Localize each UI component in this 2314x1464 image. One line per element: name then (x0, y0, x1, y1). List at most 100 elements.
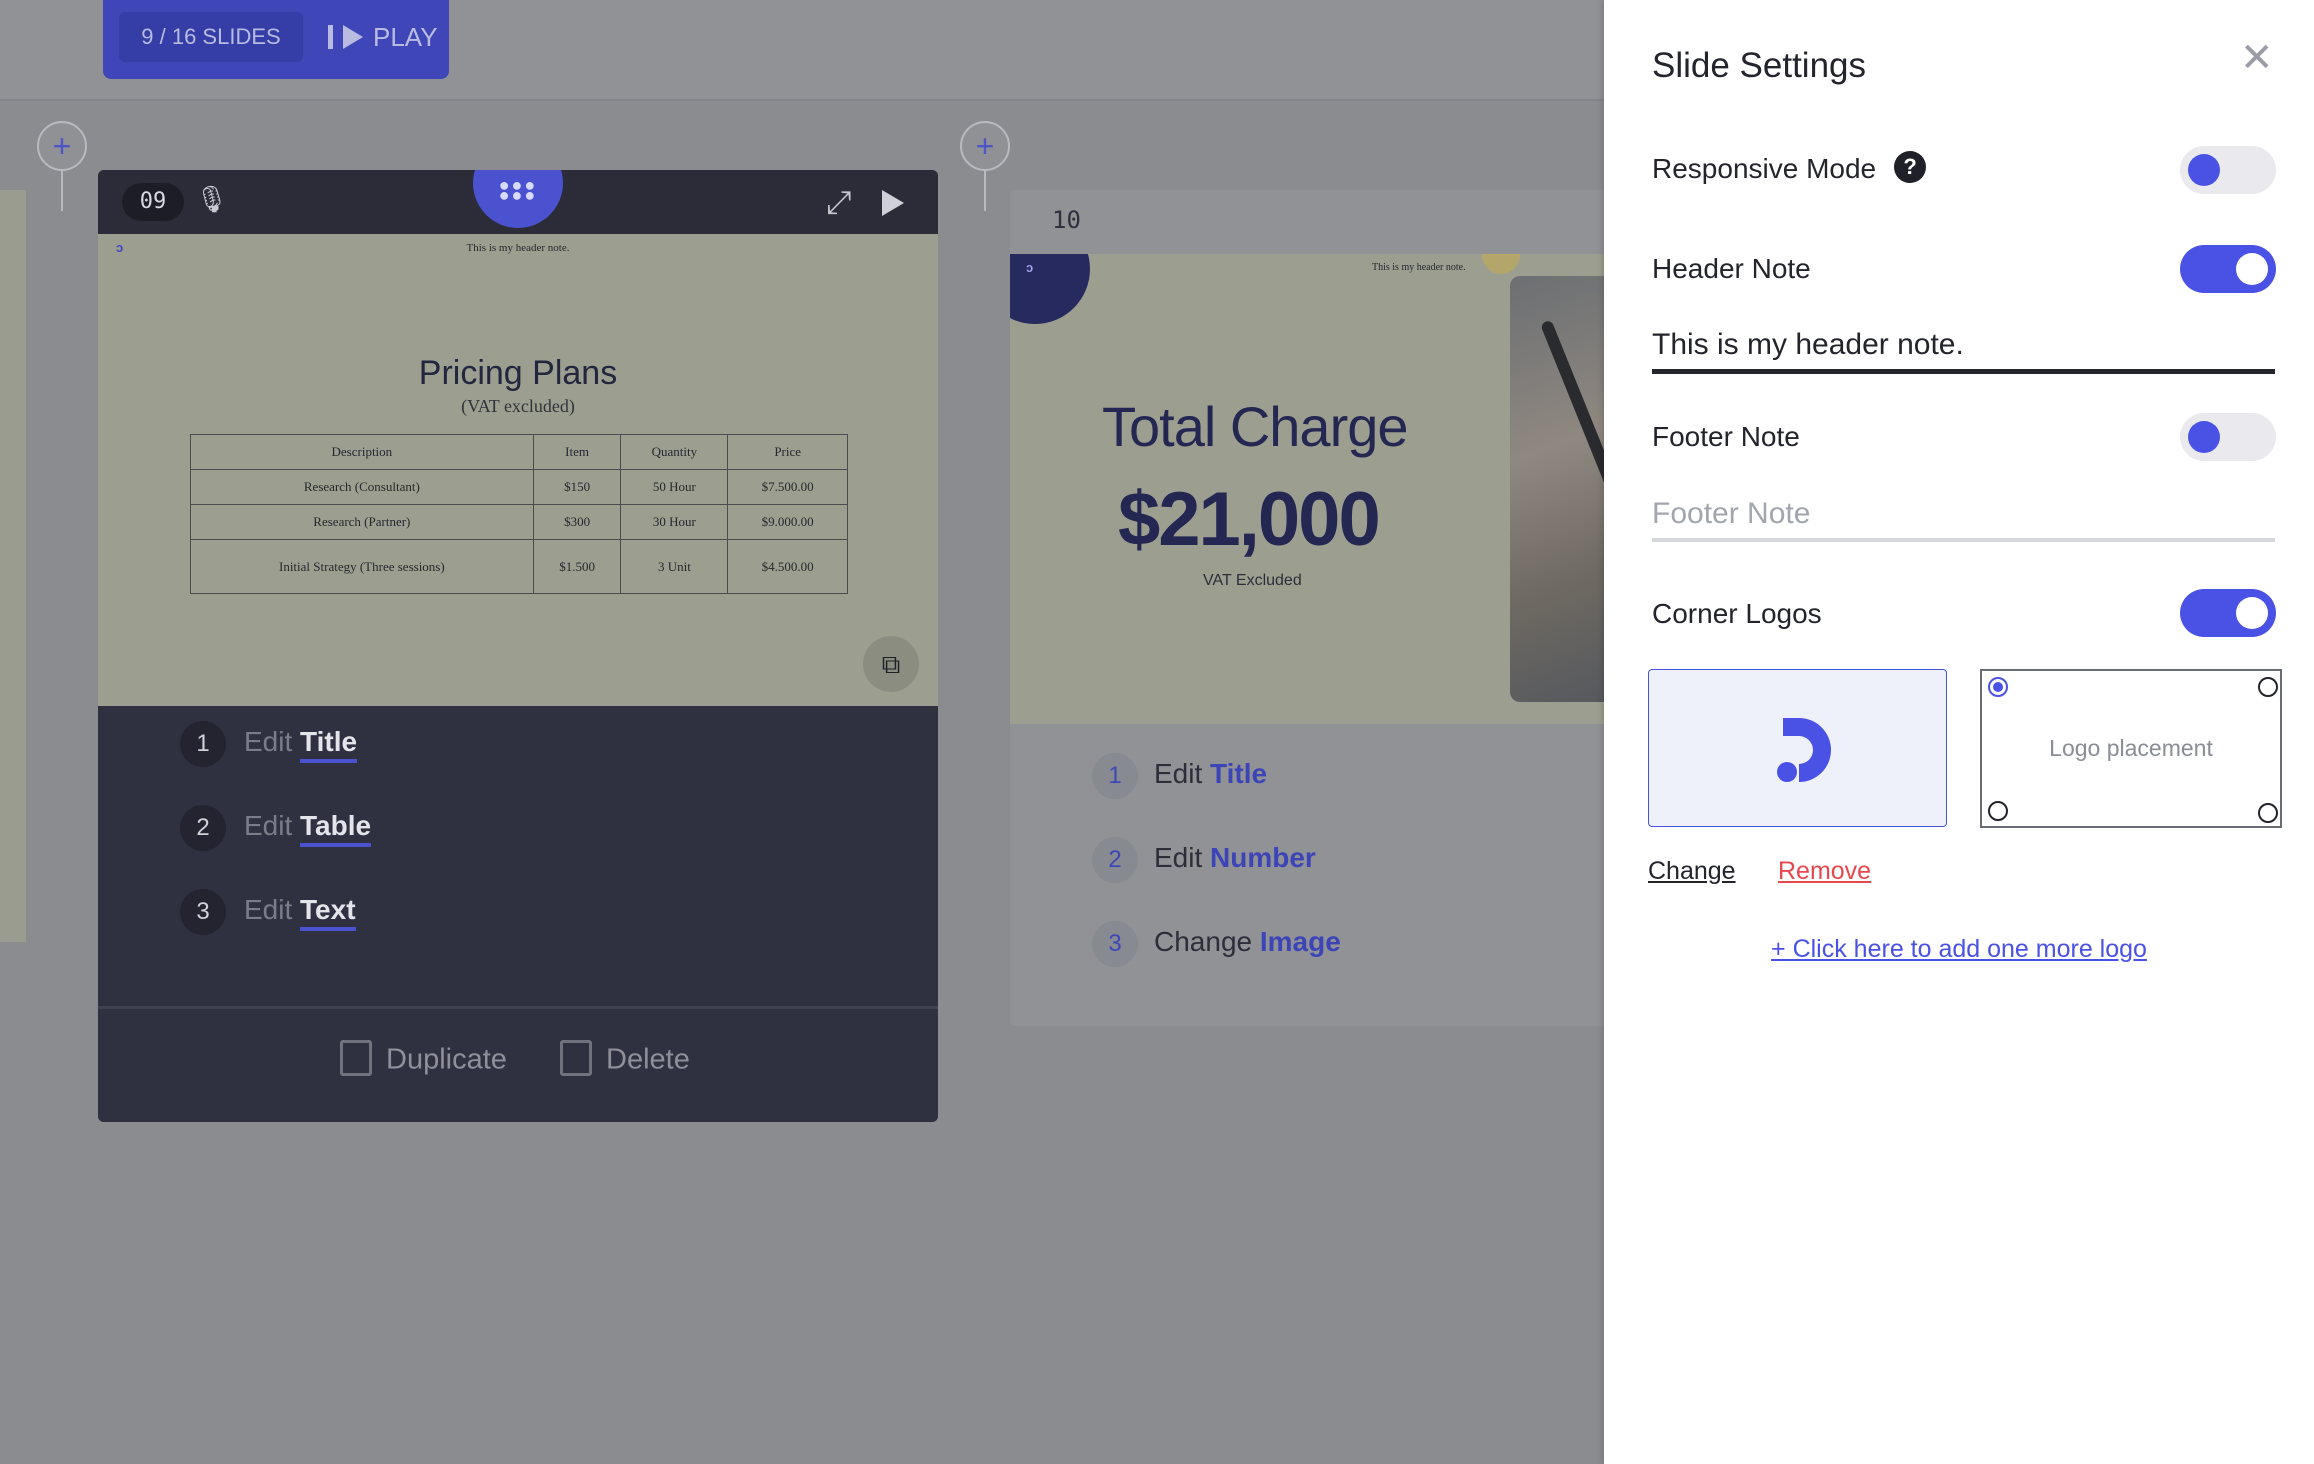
table-cell: 50 Hour (620, 469, 729, 505)
step-number: 2 (1092, 836, 1138, 883)
footer-note-input[interactable] (1652, 490, 2275, 542)
toggle-knob (2236, 253, 2268, 285)
slide-title: Pricing Plans (418, 354, 618, 392)
slide-header-note: This is my header note. (1372, 262, 1466, 273)
edit-title-option[interactable]: 1 Edit Title (180, 718, 358, 767)
edit-options-list: 1 Edit Title 2 Edit Table 3 Edit Text (98, 706, 938, 1006)
edit-target: Title (300, 726, 358, 763)
slide-preview[interactable]: ↄ This is my header note. Pricing Plans … (98, 234, 938, 706)
change-image-option[interactable]: 3 Change Image (1092, 918, 1341, 967)
play-icon (343, 25, 363, 50)
table-row: Research (Partner) $300 30 Hour $9.000.0… (190, 504, 848, 540)
table-cell: $150 (532, 469, 622, 505)
add-slide-button-left[interactable]: + (37, 121, 87, 171)
edit-table-option[interactable]: 2 Edit Table (180, 802, 372, 851)
edit-target: Table (300, 810, 372, 847)
table-header-cell: Item (532, 434, 622, 470)
table-cell: Research (Partner) (190, 504, 534, 540)
edit-verb: Edit (244, 726, 293, 757)
slide-preview[interactable]: ↄ This is my header note. Total Charge $… (1010, 254, 1610, 724)
slide-settings-panel: Slide Settings ✕ Responsive Mode? Header… (1604, 0, 2314, 1464)
slide-card-footer: Duplicate Delete (98, 1006, 938, 1122)
duplicate-button[interactable]: Duplicate (340, 1040, 507, 1079)
previous-slide-edge[interactable] (0, 190, 26, 942)
decorative-circle (1010, 254, 1090, 324)
responsive-mode-toggle[interactable] (2180, 146, 2276, 194)
table-row: Research (Consultant) $150 50 Hour $7.50… (190, 469, 848, 505)
table-cell: $300 (532, 504, 622, 540)
table-cell: $4.500.00 (727, 539, 848, 594)
add-slide-button-right[interactable]: + (960, 121, 1010, 171)
edit-verb: Edit (1154, 842, 1203, 873)
slide-header-note: This is my header note. (466, 242, 570, 254)
trash-icon (560, 1040, 592, 1076)
play-label: PLAY (373, 22, 438, 52)
table-cell: $1.500 (532, 539, 622, 594)
panel-title: Slide Settings (1652, 46, 1867, 85)
logo-preview[interactable] (1648, 669, 1947, 827)
toggle-knob (2188, 154, 2220, 186)
add-logo-link[interactable]: + Click here to add one more logo (1604, 935, 2314, 964)
duplicate-label: Duplicate (386, 1043, 507, 1076)
table-cell: Research (Consultant) (190, 469, 534, 505)
top-bar: 9 / 16 SLIDES PLAY (0, 0, 1604, 101)
play-button[interactable]: PLAY (328, 12, 438, 62)
corner-logos-toggle[interactable] (2180, 589, 2276, 637)
placement-bottom-right-radio[interactable] (2258, 803, 2278, 823)
table-cell: $7.500.00 (727, 469, 848, 505)
step-number: 2 (180, 804, 226, 851)
header-note-label: Header Note (1652, 253, 1811, 284)
pin-stem (984, 171, 986, 211)
edit-target: Title (1210, 758, 1268, 789)
placement-top-left-radio[interactable] (1988, 677, 2008, 697)
slides-control: 9 / 16 SLIDES PLAY (103, 0, 449, 79)
placement-bottom-left-radio[interactable] (1988, 801, 2008, 821)
decorative-dot (1482, 254, 1520, 274)
slide-counter[interactable]: 9 / 16 SLIDES (119, 12, 303, 62)
toggle-knob (2236, 597, 2268, 629)
slide-subtitle: (VAT excluded) (461, 396, 575, 416)
responsive-mode-label: Responsive Mode (1652, 153, 1877, 184)
header-note-toggle[interactable] (2180, 245, 2276, 293)
slide-title: Total Charge (1102, 395, 1409, 458)
step-number: 3 (1092, 920, 1138, 967)
edit-text-option[interactable]: 3 Edit Text (180, 886, 356, 935)
header-note-input[interactable] (1652, 321, 2275, 374)
edit-target: Text (300, 894, 356, 931)
table-header-cell: Price (727, 434, 848, 470)
delete-label: Delete (606, 1043, 690, 1076)
responsive-mode-row: Responsive Mode? (1652, 150, 1927, 187)
step-number: 1 (1092, 752, 1138, 799)
play-bar-icon (328, 25, 333, 50)
edit-verb: Edit (244, 894, 293, 925)
table-cell: Initial Strategy (Three sessions) (190, 539, 534, 594)
layout-switch-icon[interactable]: ⧉ (863, 636, 919, 692)
duplicate-icon (340, 1040, 372, 1076)
brand-logo-icon (1777, 718, 1831, 782)
pricing-table: Description Item Quantity Price Research… (190, 434, 848, 594)
help-icon[interactable]: ? (1894, 150, 1927, 183)
step-number: 1 (180, 720, 226, 767)
close-icon[interactable]: ✕ (2240, 38, 2274, 78)
slide-number-badge: 09 (122, 183, 184, 221)
edit-verb: Edit (244, 810, 293, 841)
edit-number-option[interactable]: 2 Edit Number (1092, 834, 1316, 883)
edit-verb: Change (1154, 926, 1253, 957)
placement-top-right-radio[interactable] (2258, 677, 2278, 697)
table-cell: $9.000.00 (727, 504, 848, 540)
play-slide-icon[interactable] (882, 190, 904, 216)
table-cell: 3 Unit (620, 539, 729, 594)
toggle-knob (2188, 421, 2220, 453)
edit-target: Number (1210, 842, 1316, 873)
slide-card-10: 10 ↄ This is my header note. Total Charg… (1010, 190, 1610, 1026)
delete-button[interactable]: Delete (560, 1040, 690, 1079)
slide-logo-icon: ↄ (1026, 260, 1034, 275)
remove-logo-link[interactable]: Remove (1778, 857, 1871, 886)
microphone-icon[interactable]: 🎙 (195, 184, 228, 220)
expand-icon[interactable]: ⤢ (826, 184, 852, 222)
footer-note-toggle[interactable] (2180, 413, 2276, 461)
slide-number: 10 (1052, 206, 1081, 234)
edit-title-option[interactable]: 1 Edit Title (1092, 750, 1268, 799)
step-number: 3 (180, 888, 226, 935)
change-logo-link[interactable]: Change (1648, 857, 1736, 886)
